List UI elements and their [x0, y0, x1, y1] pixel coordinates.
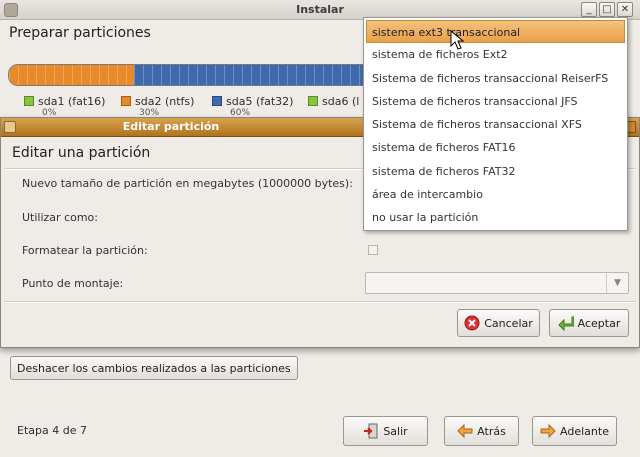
menu-item-fat32[interactable]: sistema de ficheros FAT32: [364, 160, 627, 183]
partition-bar: [8, 64, 368, 86]
legend-label: sda5 (fat32): [226, 95, 294, 108]
section-title: Preparar particiones: [9, 25, 151, 41]
menu-item-swap[interactable]: área de intercambio: [364, 183, 627, 206]
exit-icon: [364, 423, 378, 439]
menu-item-fat16[interactable]: sistema de ficheros FAT16: [364, 136, 627, 159]
chevron-down-icon[interactable]: ▼: [606, 273, 628, 293]
mount-point-label: Punto de montaje:: [22, 277, 124, 290]
accept-button[interactable]: Aceptar: [549, 309, 629, 337]
mount-point-combo[interactable]: ▼: [365, 272, 629, 294]
quit-button[interactable]: Salir: [343, 416, 428, 446]
accept-label: Aceptar: [577, 316, 621, 330]
legend-item: sda5 (fat32) 60%: [212, 95, 294, 118]
cancel-label: Cancelar: [484, 316, 533, 330]
window-title: Instalar: [296, 3, 344, 16]
partition-segment-sda2: [9, 65, 135, 85]
quit-label: Salir: [383, 424, 408, 438]
legend-swatch: [308, 96, 318, 106]
cancel-button[interactable]: Cancelar: [457, 309, 540, 337]
menu-item-ext2[interactable]: sistema de ficheros Ext2: [364, 43, 627, 66]
legend-item: sda2 (ntfs) 30%: [121, 95, 195, 118]
legend-item: sda6 (l: [308, 95, 359, 108]
size-label: Nuevo tamaño de partición en megabytes (…: [22, 177, 353, 190]
legend-item: sda1 (fat16) 0%: [24, 95, 106, 118]
use-as-label: Utilizar como:: [22, 211, 98, 224]
maximize-button[interactable]: □: [599, 2, 615, 17]
forward-label: Adelante: [560, 424, 609, 438]
menu-item-ext3[interactable]: sistema ext3 transaccional: [366, 20, 625, 44]
step-indicator: Etapa 4 de 7: [17, 424, 87, 437]
back-button[interactable]: Atrás: [444, 416, 519, 446]
legend-swatch: [121, 96, 131, 106]
partition-segment-sda5: [134, 65, 367, 85]
legend-label: sda1 (fat16): [38, 95, 106, 108]
format-label: Formatear la partición:: [22, 244, 148, 257]
menu-item-reiserfs[interactable]: Sistema de ficheros transaccional Reiser…: [364, 67, 627, 90]
divider: [5, 301, 635, 303]
close-button[interactable]: ✕: [617, 2, 633, 17]
dialog-heading: Editar una partición: [12, 145, 151, 161]
menu-item-jfs[interactable]: Sistema de ficheros transaccional JFS: [364, 90, 627, 113]
dialog-title: Editar partición: [122, 120, 220, 133]
legend-swatch: [212, 96, 222, 106]
format-checkbox[interactable]: [368, 245, 378, 255]
legend-label: sda2 (ntfs): [135, 95, 195, 108]
forward-arrow-icon: [540, 423, 556, 439]
mouse-pointer-icon: [450, 30, 464, 50]
use-as-dropdown-menu: sistema ext3 transaccional sistema de fi…: [363, 17, 628, 231]
menu-item-do-not-use[interactable]: no usar la partición: [364, 206, 627, 229]
menu-item-xfs[interactable]: Sistema de ficheros transaccional XFS: [364, 113, 627, 136]
undo-changes-button[interactable]: Deshacer los cambios realizados a las pa…: [10, 356, 298, 380]
back-arrow-icon: [457, 423, 473, 439]
legend-label: sda6 (l: [322, 95, 360, 108]
legend-swatch: [24, 96, 34, 106]
minimize-button[interactable]: _: [581, 2, 597, 17]
forward-button[interactable]: Adelante: [532, 416, 617, 446]
accept-arrow-icon: [557, 316, 574, 331]
back-label: Atrás: [477, 424, 506, 438]
cancel-icon: [464, 315, 480, 331]
